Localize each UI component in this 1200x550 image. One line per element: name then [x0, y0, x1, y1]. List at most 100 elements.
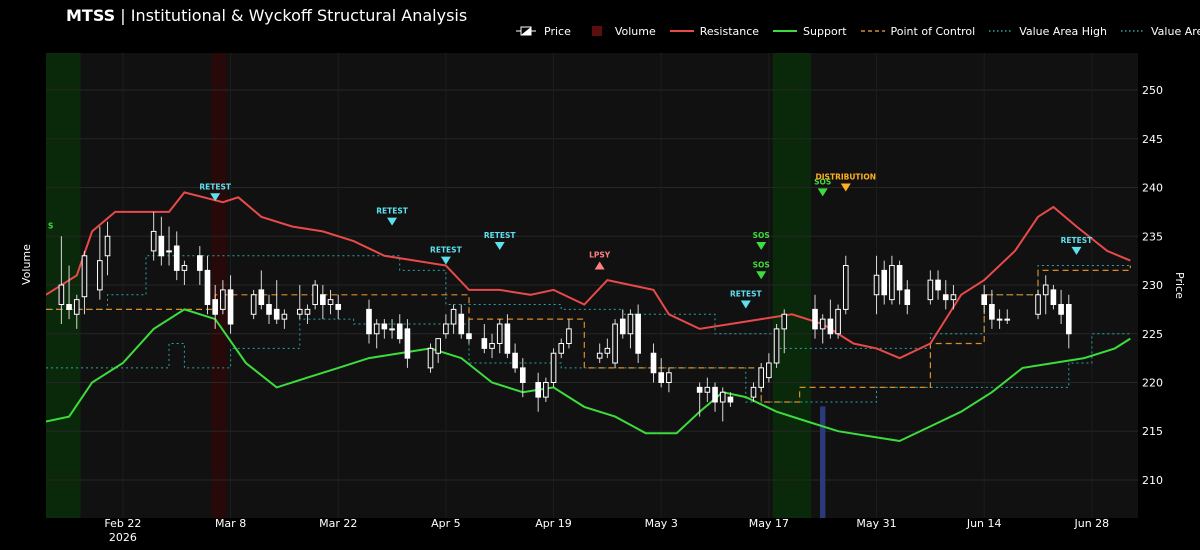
- candle-down: [158, 235, 165, 257]
- signal-marker-retest: [440, 256, 451, 265]
- date-tick-label: Apr 19: [535, 517, 572, 530]
- candle-up: [566, 328, 572, 345]
- candle-down: [396, 323, 403, 340]
- date-tick-label: Mar 8: [215, 517, 246, 530]
- candle-up: [719, 391, 726, 403]
- signal-label-lpsy: LPSY: [589, 251, 611, 260]
- candle-down: [481, 338, 488, 349]
- candle-down: [827, 318, 834, 335]
- candle-up: [58, 284, 65, 306]
- candle-down: [519, 367, 526, 383]
- candle-up: [181, 265, 188, 271]
- candle-up: [842, 265, 849, 310]
- candle-down: [504, 323, 511, 354]
- candle-up: [766, 362, 772, 379]
- candle-down: [1058, 304, 1064, 315]
- candle-down: [212, 299, 218, 315]
- signal-label-retest: RETEST: [376, 207, 409, 216]
- candle-down: [981, 294, 988, 306]
- chart-svg[interactable]: 210 215 220 225 230 235 240 245 250 Feb 222026 Mar…: [0, 0, 1200, 550]
- candle-down: [650, 352, 657, 374]
- candle-up: [327, 299, 334, 306]
- candle-down: [366, 308, 372, 335]
- candle-down: [466, 333, 472, 340]
- candle-up: [373, 323, 380, 335]
- candle-up: [627, 313, 634, 335]
- signal-marker-retest: [1071, 246, 1082, 255]
- signal-marker-retest: [740, 300, 751, 309]
- candle-up: [543, 381, 549, 398]
- candle-up: [220, 289, 226, 310]
- volume-bar: [820, 406, 826, 518]
- candle-up: [704, 386, 711, 393]
- candle-down: [320, 294, 326, 306]
- signal-label-retest: RETEST: [730, 290, 763, 299]
- signal-label-sos: S: [48, 221, 53, 230]
- date-tick-label: Apr 5: [431, 517, 461, 530]
- candle-down: [696, 386, 703, 393]
- candle-down: [658, 372, 665, 383]
- signal-marker-sos: [756, 271, 767, 280]
- candle-up: [927, 279, 934, 301]
- candle-down: [273, 308, 280, 320]
- price-tick-label: 235: [1142, 230, 1163, 243]
- candle-down: [881, 269, 888, 296]
- plot-layer: [46, 191, 1131, 518]
- candle-down: [712, 386, 718, 403]
- price-tick-label: 225: [1142, 328, 1163, 341]
- candle-up: [81, 255, 88, 298]
- price-tick-label: 245: [1142, 133, 1163, 146]
- candle-up: [104, 235, 111, 257]
- signal-label-retest: RETEST: [484, 231, 517, 240]
- signal-label-sos: SOS: [753, 231, 770, 240]
- date-tick-label: Mar 22: [319, 517, 357, 530]
- candle-down: [727, 396, 734, 403]
- candle-up: [250, 294, 257, 315]
- date-tick-year-label: 2026: [109, 531, 137, 544]
- signal-marker-sos: [817, 188, 828, 197]
- candle-down: [66, 304, 72, 310]
- candle-down: [196, 255, 203, 271]
- candle-down: [904, 289, 911, 306]
- signal-label-retest: RETEST: [430, 246, 463, 255]
- candle-up: [558, 343, 565, 354]
- price-tick-label: 210: [1142, 474, 1163, 487]
- candle-up: [781, 313, 788, 330]
- candle-up: [819, 318, 826, 330]
- candle-down: [173, 245, 180, 271]
- candle-down: [812, 308, 818, 330]
- candle-up: [389, 328, 395, 331]
- price-tick-label: 220: [1142, 376, 1163, 389]
- candle-up: [873, 274, 880, 296]
- candle-down: [204, 269, 211, 306]
- candle-up: [750, 386, 757, 398]
- candle-down: [227, 289, 234, 325]
- candle-down: [942, 294, 949, 301]
- candle-down: [458, 313, 465, 335]
- candle-down: [381, 323, 388, 330]
- candle-down: [512, 352, 518, 369]
- candle-up: [304, 308, 311, 315]
- candle-up: [450, 308, 457, 325]
- price-tick-label: 230: [1142, 279, 1163, 292]
- signal-label-retest: RETEST: [1061, 236, 1094, 245]
- candle-down: [1050, 289, 1057, 306]
- candle-down: [1065, 304, 1072, 335]
- candle-down: [635, 313, 641, 354]
- price-tick-label: 240: [1142, 182, 1163, 195]
- candle-up: [312, 284, 318, 306]
- signal-marker-sos: [756, 242, 767, 251]
- candle-down: [266, 304, 272, 315]
- candle-down: [258, 289, 265, 306]
- candle-up: [489, 343, 495, 349]
- candle-down: [335, 304, 342, 310]
- price-tick-label: 215: [1142, 425, 1163, 438]
- candle-up: [150, 230, 157, 252]
- candle-down: [989, 304, 995, 320]
- chart-frame: MTSS | Institutional & Wyckoff Structura…: [0, 0, 1200, 550]
- candle-up: [1004, 318, 1011, 321]
- support-line: [46, 308, 1131, 443]
- candle-down: [896, 265, 903, 291]
- candle-up: [427, 347, 434, 369]
- signal-marker-retest: [387, 217, 398, 226]
